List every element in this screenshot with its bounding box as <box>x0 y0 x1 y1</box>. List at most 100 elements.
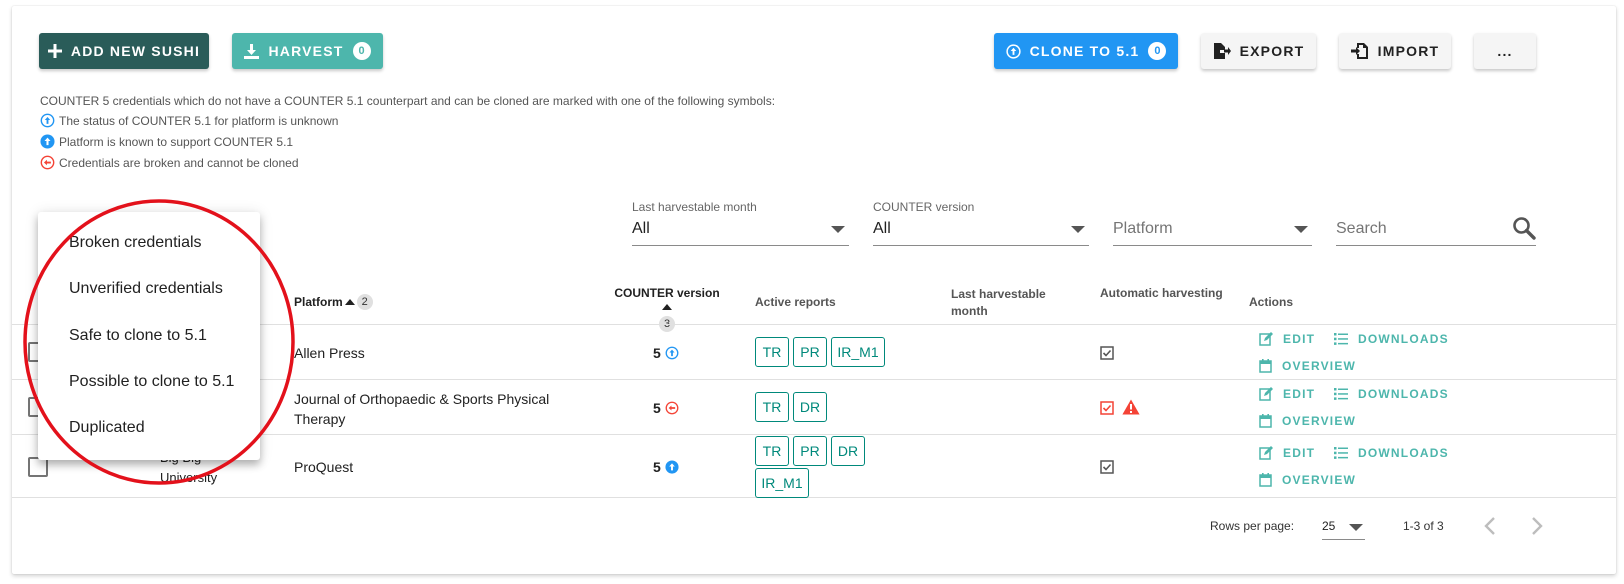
edit-icon <box>1259 332 1273 346</box>
sort-up-icon <box>344 299 355 305</box>
downloads-button[interactable]: DOWNLOADS <box>1334 332 1449 346</box>
row-counter-version: 5 <box>653 459 679 475</box>
circle-arrow-up-outline-icon <box>40 113 55 128</box>
list-icon <box>1334 388 1348 400</box>
more-actions-button[interactable]: ... <box>1474 33 1536 69</box>
legend-intro: COUNTER 5 credentials which do not have … <box>40 94 775 108</box>
caret-down-icon <box>1294 226 1308 233</box>
menu-item-safe-to-clone[interactable]: Safe to clone to 5.1 <box>69 327 207 345</box>
more-label: ... <box>1497 43 1513 59</box>
list-icon <box>1334 447 1348 459</box>
report-chip-tr[interactable]: TR <box>755 337 789 367</box>
checkbox-checked-error-icon <box>1100 401 1114 415</box>
import-button[interactable]: IMPORT <box>1339 33 1451 69</box>
file-export-icon <box>1213 43 1231 59</box>
chevron-right-icon[interactable] <box>1529 516 1545 536</box>
export-button[interactable]: EXPORT <box>1201 33 1316 69</box>
search-input[interactable]: Search <box>1336 200 1536 246</box>
filter-dropdown-menu: Broken credentials Unverified credential… <box>38 212 260 460</box>
list-icon <box>1334 333 1348 345</box>
harvest-button[interactable]: HARVEST 0 <box>232 33 383 69</box>
last-month-label: Last harvestable month <box>632 200 757 214</box>
calendar-icon <box>1259 414 1272 428</box>
counter-version-select[interactable]: COUNTER version All <box>873 200 1089 246</box>
caret-down-icon <box>1349 524 1363 531</box>
overview-button[interactable]: OVERVIEW <box>1259 473 1356 487</box>
row-version-number: 5 <box>653 459 661 475</box>
row-version-number: 5 <box>653 400 661 416</box>
circle-arrow-left-icon <box>40 155 55 170</box>
legend-unknown: The status of COUNTER 5.1 for platform i… <box>40 113 338 128</box>
header-counter-version[interactable]: COUNTER version 3 <box>612 286 722 332</box>
pagination-range: 1-3 of 3 <box>1403 519 1444 533</box>
clone-to-51-button[interactable]: CLONE TO 5.1 0 <box>994 33 1178 69</box>
row-counter-version: 5 <box>653 400 679 416</box>
header-platform-label: Platform <box>294 295 343 309</box>
row-counter-version: 5 <box>653 345 679 361</box>
legend-supported-text: Platform is known to support COUNTER 5.1 <box>59 134 294 149</box>
menu-item-broken-credentials[interactable]: Broken credentials <box>69 234 202 252</box>
downloads-label: DOWNLOADS <box>1358 387 1449 401</box>
report-chip-tr[interactable]: TR <box>755 392 789 422</box>
chevron-left-icon[interactable] <box>1482 516 1498 536</box>
import-label: IMPORT <box>1377 43 1440 59</box>
edit-icon <box>1259 446 1273 460</box>
row-platform: Journal of Orthopaedic & Sports Physical… <box>294 391 550 427</box>
last-month-value: All <box>632 220 650 237</box>
legend-broken: Credentials are broken and cannot be clo… <box>40 155 299 170</box>
rows-per-page-select[interactable]: 25 <box>1322 512 1365 540</box>
header-automatic-harvesting: Automatic harvesting <box>1100 286 1223 300</box>
add-new-sushi-button[interactable]: ADD NEW SUSHI <box>39 33 209 69</box>
header-platform[interactable]: Platform 2 <box>294 294 373 310</box>
search-icon[interactable] <box>1512 216 1536 240</box>
plus-icon <box>47 44 62 58</box>
downloads-label: DOWNLOADS <box>1358 446 1449 460</box>
last-harvestable-month-select[interactable]: Last harvestable month All <box>632 200 849 246</box>
legend-broken-text: Credentials are broken and cannot be clo… <box>59 155 299 170</box>
caret-down-icon <box>1071 226 1085 233</box>
platform-placeholder: Platform <box>1113 220 1173 237</box>
overview-label: OVERVIEW <box>1282 359 1357 373</box>
circle-arrow-left-icon <box>665 401 679 415</box>
report-chip-ir-m1[interactable]: IR_M1 <box>755 468 809 498</box>
overview-button[interactable]: OVERVIEW <box>1259 414 1356 428</box>
downloads-label: DOWNLOADS <box>1358 332 1449 346</box>
edit-label: EDIT <box>1283 446 1316 460</box>
circle-arrow-up-filled-icon <box>665 460 679 474</box>
platform-sort-order-badge: 2 <box>356 294 373 310</box>
header-last-harvestable-month[interactable]: Last harvestable month <box>951 286 1061 320</box>
checkbox-checked-icon <box>1100 460 1114 474</box>
edit-button[interactable]: EDIT <box>1259 332 1315 346</box>
legend-unknown-text: The status of COUNTER 5.1 for platform i… <box>59 113 339 128</box>
caret-down-icon <box>831 226 845 233</box>
report-chip-pr[interactable]: PR <box>793 337 827 367</box>
menu-item-unverified-credentials[interactable]: Unverified credentials <box>69 280 223 298</box>
row-checkbox[interactable] <box>28 457 48 477</box>
report-chip-ir-m1[interactable]: IR_M1 <box>831 337 885 367</box>
report-chip-dr[interactable]: DR <box>831 436 865 466</box>
overview-button[interactable]: OVERVIEW <box>1259 359 1356 373</box>
edit-button[interactable]: EDIT <box>1259 446 1315 460</box>
report-chip-pr[interactable]: PR <box>793 436 827 466</box>
harvest-count-badge: 0 <box>352 42 371 60</box>
edit-button[interactable]: EDIT <box>1259 387 1315 401</box>
downloads-button[interactable]: DOWNLOADS <box>1334 446 1449 460</box>
header-counter-version-label: COUNTER version <box>614 286 720 300</box>
downloads-button[interactable]: DOWNLOADS <box>1334 387 1449 401</box>
row-version-number: 5 <box>653 345 661 361</box>
report-chip-dr[interactable]: DR <box>793 392 827 422</box>
row-platform: Allen Press <box>294 345 365 361</box>
clone-label: CLONE TO 5.1 <box>1029 43 1140 59</box>
counter-version-label: COUNTER version <box>873 200 975 214</box>
report-chip-tr[interactable]: TR <box>755 436 789 466</box>
download-icon <box>244 43 260 59</box>
calendar-icon <box>1259 359 1272 373</box>
platform-select[interactable]: Platform <box>1113 200 1312 246</box>
menu-item-duplicated[interactable]: Duplicated <box>69 419 145 437</box>
warning-icon <box>1122 399 1140 415</box>
edit-label: EDIT <box>1283 332 1316 346</box>
add-new-sushi-label: ADD NEW SUSHI <box>70 43 201 59</box>
menu-item-possible-to-clone[interactable]: Possible to clone to 5.1 <box>69 373 234 391</box>
harvest-label: HARVEST <box>268 43 344 59</box>
overview-label: OVERVIEW <box>1282 473 1357 487</box>
